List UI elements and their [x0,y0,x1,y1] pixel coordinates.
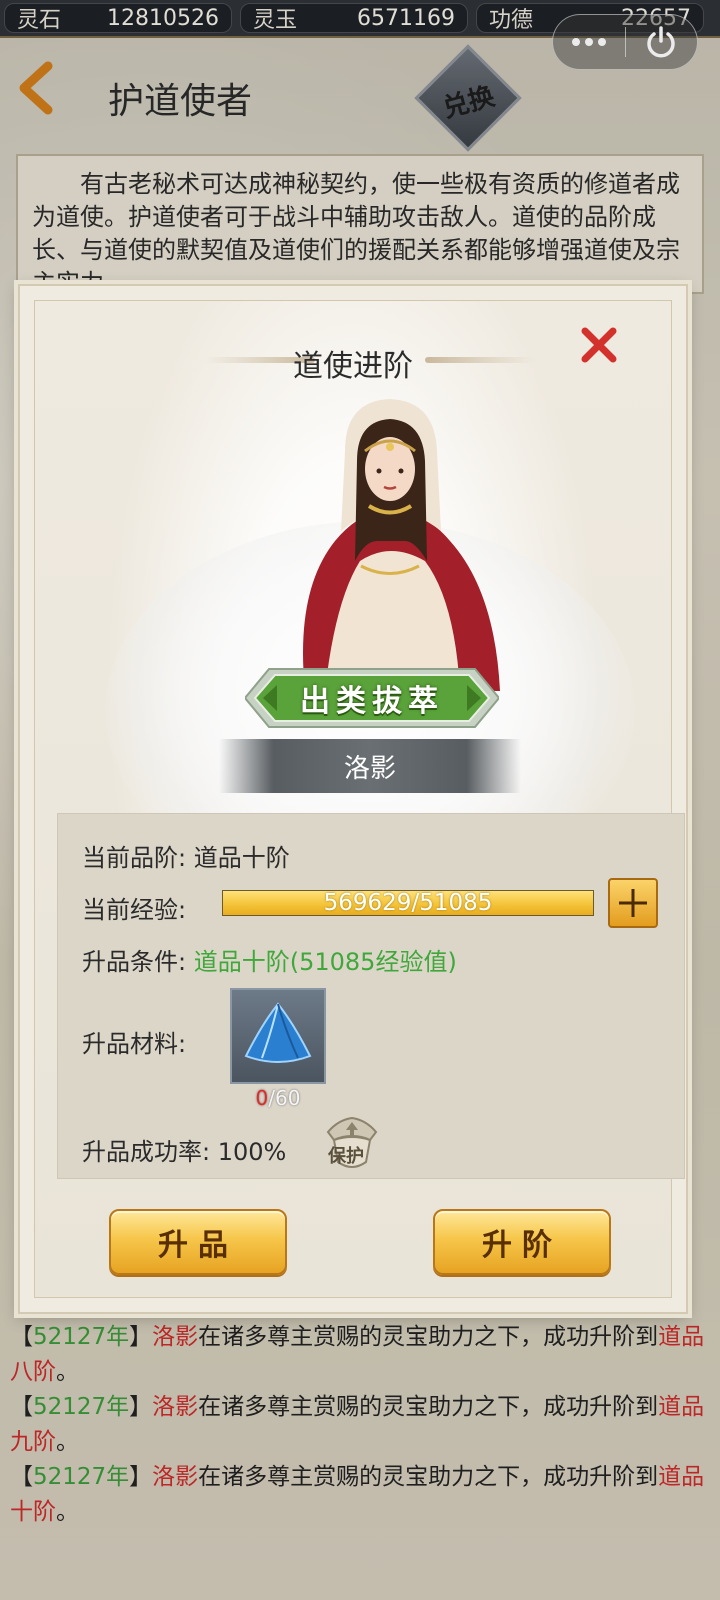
current-rank-label: 当前品阶: [82,844,187,872]
current-rank-row: 当前品阶: 道品十阶 [82,838,290,873]
advance-modal: 道使进阶 出类拔萃 洛影 当前品阶: 道品十阶 当前经验: 569629/510… [18,284,688,1314]
plus-icon [619,889,647,917]
upgrade-rank-button[interactable]: 升阶 [433,1209,611,1275]
material-label: 升品材料: [82,1030,187,1058]
spirit-crystal-icon [244,1002,312,1063]
character-name: 洛影 [219,739,521,793]
success-row: 升品成功率: 100% [82,1132,286,1167]
material-slot[interactable] [230,988,326,1084]
material-count: 0/60 [255,1086,301,1110]
exp-progress-text: 569629/51085 [323,890,493,916]
character-portrait [303,399,500,691]
success-label: 升品成功率: [82,1138,211,1166]
close-icon[interactable] [577,323,621,367]
upgrade-grade-button[interactable]: 升品 [109,1209,287,1275]
condition-value: 道品十阶(51085经验值) [193,948,457,976]
condition-label: 升品条件: [82,948,187,976]
modal-title: 道使进阶 [293,349,413,384]
success-value: 100% [217,1138,287,1166]
protect-toggle[interactable]: 保护 [320,1114,384,1174]
info-panel: 当前品阶: 道品十阶 当前经验: 569629/51085 升品条件: 道品十阶… [57,813,685,1179]
exp-progress-bar: 569629/51085 [222,890,594,916]
exp-label: 当前经验: [82,896,187,924]
condition-row: 升品条件: 道品十阶(51085经验值) [82,942,457,977]
add-exp-button[interactable] [608,878,658,928]
protect-label: 保护 [328,1146,364,1167]
modal-inner: 道使进阶 出类拔萃 洛影 当前品阶: 道品十阶 当前经验: 569629/510… [34,300,685,1298]
rank-badge-text: 出类拔萃 [300,684,444,719]
current-rank-value: 道品十阶 [193,844,290,872]
